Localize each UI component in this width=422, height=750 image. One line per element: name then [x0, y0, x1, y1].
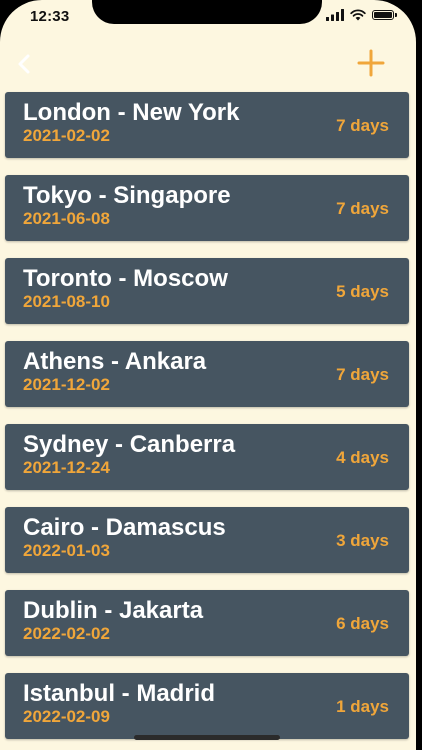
trip-duration: 6 days	[336, 614, 389, 633]
app-screen: 12:33 London - New York 2021-02-02 7 day…	[0, 0, 416, 750]
status-time: 12:33	[30, 8, 70, 25]
trip-card[interactable]: Toronto - Moscow 2021-08-10 5 days	[5, 258, 409, 324]
trip-date: 2022-02-02	[23, 624, 110, 643]
trip-card[interactable]: Cairo - Damascus 2022-01-03 3 days	[5, 507, 409, 573]
trip-duration: 7 days	[336, 116, 389, 135]
signal-icon	[326, 9, 344, 21]
chevron-left-icon	[18, 54, 30, 74]
trip-date: 2021-12-24	[23, 458, 110, 477]
trip-route: Sydney - Canberra	[23, 431, 236, 458]
wifi-icon	[350, 9, 366, 21]
device-notch	[92, 0, 322, 24]
trip-card[interactable]: Athens - Ankara 2021-12-02 7 days	[5, 341, 409, 407]
plus-icon	[357, 49, 385, 77]
trip-card[interactable]: Dublin - Jakarta 2022-02-02 6 days	[5, 590, 409, 656]
trip-date: 2021-08-10	[23, 292, 110, 311]
trip-duration: 7 days	[336, 199, 389, 218]
trip-route: Athens - Ankara	[23, 348, 207, 375]
trip-date: 2022-01-03	[23, 541, 110, 560]
trip-route: Istanbul - Madrid	[23, 680, 215, 707]
trip-date: 2021-02-02	[23, 126, 110, 145]
back-button[interactable]	[14, 52, 34, 76]
add-trip-button[interactable]	[356, 48, 386, 78]
trip-card[interactable]: London - New York 2021-02-02 7 days	[5, 92, 409, 158]
trip-duration: 1 days	[336, 697, 389, 716]
trip-date: 2021-06-08	[23, 209, 110, 228]
trip-route: Cairo - Damascus	[23, 514, 226, 541]
status-icons	[326, 9, 397, 21]
trip-route: London - New York	[23, 99, 240, 126]
trip-route: Dublin - Jakarta	[23, 597, 204, 624]
trip-duration: 7 days	[336, 365, 389, 384]
navigation-bar	[0, 40, 416, 88]
trip-card[interactable]: Istanbul - Madrid 2022-02-09 1 days	[5, 673, 409, 739]
trip-route: Toronto - Moscow	[23, 265, 228, 292]
trip-card[interactable]: Sydney - Canberra 2021-12-24 4 days	[5, 424, 409, 490]
trip-card[interactable]: Tokyo - Singapore 2021-06-08 7 days	[5, 175, 409, 241]
home-indicator[interactable]	[134, 735, 280, 740]
trip-duration: 4 days	[336, 448, 389, 467]
trip-route: Tokyo - Singapore	[23, 182, 231, 209]
battery-icon	[372, 10, 397, 20]
trip-date: 2021-12-02	[23, 375, 110, 394]
trip-duration: 5 days	[336, 282, 389, 301]
trip-duration: 3 days	[336, 531, 389, 550]
trip-date: 2022-02-09	[23, 707, 110, 726]
